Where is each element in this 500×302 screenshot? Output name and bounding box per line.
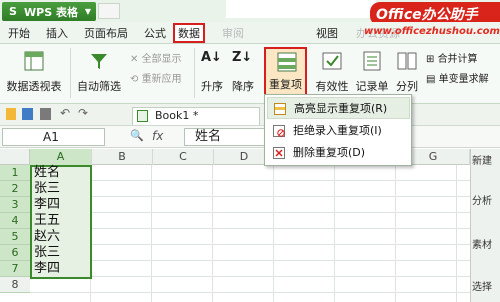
duplicates-button[interactable]: 重复项 bbox=[264, 47, 307, 96]
duplicates-dropdown-menu: 高亮显示重复项(R) 拒绝录入重复项(I) 删除重复项(D) bbox=[264, 94, 412, 166]
filter-icon bbox=[91, 54, 107, 69]
record-form-icon bbox=[363, 51, 381, 71]
save-icon[interactable] bbox=[22, 108, 33, 120]
tab-home[interactable]: 开始 bbox=[8, 25, 30, 42]
fx-icon[interactable]: fx bbox=[152, 129, 163, 143]
tab-review[interactable]: 审阅 bbox=[222, 25, 244, 42]
cell-a7[interactable]: 李四 bbox=[34, 261, 60, 277]
autofilter-label: 自动筛选 bbox=[77, 80, 121, 93]
select-all-corner[interactable] bbox=[0, 149, 30, 165]
cell-a5[interactable]: 赵六 bbox=[34, 229, 60, 245]
title-bar: S WPS 表格 ▼ Office办公助手 bbox=[0, 0, 500, 26]
open-folder-icon[interactable] bbox=[6, 108, 16, 120]
goal-seek-button[interactable]: ▤ 单变量求解 bbox=[426, 70, 489, 85]
reapply-label: 重新应用 bbox=[141, 74, 182, 85]
record-form-label: 记录单 bbox=[355, 80, 389, 93]
column-header-a[interactable]: A bbox=[30, 149, 92, 165]
reject-duplicates-icon bbox=[273, 125, 285, 137]
cell-a3[interactable]: 李四 bbox=[34, 197, 60, 213]
formula-bar: A1 🔍 fx 姓名 bbox=[0, 126, 500, 148]
quick-doc-tab[interactable] bbox=[98, 3, 120, 19]
workbook-tab[interactable]: Book1 * bbox=[132, 107, 260, 125]
cell-grid[interactable] bbox=[30, 165, 470, 302]
tab-view[interactable]: 视图 bbox=[316, 25, 338, 42]
show-all-button[interactable]: ✕ 全部显示 bbox=[130, 50, 182, 65]
row-header-6[interactable]: 6 bbox=[0, 245, 30, 261]
tab-insert[interactable]: 插入 bbox=[46, 25, 68, 42]
menu-item-label: 高亮显示重复项(R) bbox=[294, 102, 388, 115]
menu-item-label: 拒绝录入重复项(I) bbox=[293, 124, 382, 137]
highlight-duplicates-icon bbox=[274, 103, 286, 115]
show-all-label: 全部显示 bbox=[141, 54, 182, 65]
data-validity-button[interactable]: 有效性 bbox=[312, 48, 352, 98]
print-icon[interactable] bbox=[40, 108, 51, 120]
text-to-columns-label: 分列 bbox=[396, 80, 418, 93]
sort-descending-icon: Z↓ bbox=[232, 50, 253, 65]
text-to-columns-button[interactable]: 分列 bbox=[392, 48, 422, 98]
sidebar-item-select[interactable]: 选择 bbox=[472, 278, 500, 293]
row-header-5[interactable]: 5 bbox=[0, 229, 30, 245]
remove-duplicates-icon bbox=[273, 147, 285, 159]
sort-descending-label: 降序 bbox=[232, 80, 254, 93]
autofilter-button[interactable]: 自动筛选 bbox=[74, 48, 124, 98]
sidebar-item-analysis[interactable]: 分析 bbox=[472, 192, 500, 207]
workbook-icon bbox=[137, 110, 148, 122]
undo-icon[interactable]: ↶ bbox=[60, 106, 70, 120]
row-header-3[interactable]: 3 bbox=[0, 197, 30, 213]
validity-icon bbox=[322, 52, 342, 70]
cell-a1[interactable]: 姓名 bbox=[34, 165, 60, 181]
brand-url: www.officezhushou.com bbox=[364, 26, 500, 37]
sort-descending-button[interactable]: Z↓ 降序 bbox=[228, 48, 258, 98]
column-header-c[interactable]: C bbox=[153, 149, 214, 165]
row-header-4[interactable]: 4 bbox=[0, 213, 30, 229]
data-validity-label: 有效性 bbox=[315, 80, 349, 93]
record-form-button[interactable]: 记录单 bbox=[353, 48, 391, 98]
app-name: WPS 表格 bbox=[24, 5, 78, 19]
row-header-2[interactable]: 2 bbox=[0, 181, 30, 197]
wps-logo-icon: S bbox=[9, 5, 17, 18]
pivot-table-icon bbox=[24, 51, 44, 71]
data-ribbon: 数据透视表 自动筛选 ✕ 全部显示 ⟲ 重新应用 A↓ 升序 Z↓ 降序 重复项… bbox=[0, 44, 500, 104]
menu-item-highlight-duplicates[interactable]: 高亮显示重复项(R) bbox=[267, 97, 410, 119]
menu-item-reject-duplicates[interactable]: 拒绝录入重复项(I) bbox=[267, 120, 410, 142]
sidebar-item-new[interactable]: 新建 bbox=[472, 152, 500, 167]
row-header-1[interactable]: 1 bbox=[0, 165, 30, 181]
name-box[interactable]: A1 bbox=[2, 128, 105, 146]
goal-seek-label: 单变量求解 bbox=[438, 74, 489, 85]
obscured-area bbox=[226, 0, 376, 18]
chevron-down-icon: ▼ bbox=[84, 7, 91, 16]
redo-icon[interactable]: ↷ bbox=[78, 106, 88, 120]
cell-a6[interactable]: 张三 bbox=[34, 245, 60, 261]
sidebar-item-assets[interactable]: 素材 bbox=[472, 236, 500, 251]
sort-ascending-icon: A↓ bbox=[201, 50, 222, 65]
consolidate-button[interactable]: ⊞ 合并计算 bbox=[426, 50, 478, 65]
consolidate-label: 合并计算 bbox=[437, 54, 478, 65]
tab-formula[interactable]: 公式 bbox=[144, 25, 166, 42]
zoom-icon[interactable]: 🔍 bbox=[130, 129, 144, 142]
duplicates-icon bbox=[277, 52, 297, 72]
sort-ascending-button[interactable]: A↓ 升序 bbox=[197, 48, 227, 98]
menu-item-remove-duplicates[interactable]: 删除重复项(D) bbox=[267, 142, 410, 164]
ribbon-separator bbox=[70, 48, 71, 98]
menu-item-label: 删除重复项(D) bbox=[293, 146, 366, 159]
workbook-name: Book1 * bbox=[155, 109, 199, 122]
column-header-b[interactable]: B bbox=[92, 149, 153, 165]
pivot-table-label: 数据透视表 bbox=[6, 80, 62, 93]
reapply-button[interactable]: ⟲ 重新应用 bbox=[130, 70, 182, 85]
wps-app-menu-button[interactable]: S WPS 表格 ▼ bbox=[2, 2, 96, 21]
wps-spreadsheet-window: S WPS 表格 ▼ Office办公助手 开始 插入 页面布局 公式 数据 审… bbox=[0, 0, 500, 302]
cell-a2[interactable]: 张三 bbox=[34, 181, 60, 197]
split-columns-icon bbox=[397, 52, 417, 70]
tab-page-layout[interactable]: 页面布局 bbox=[84, 25, 128, 42]
duplicates-label: 重复项 bbox=[269, 78, 302, 91]
row-header-8[interactable]: 8 bbox=[0, 277, 30, 293]
pivot-table-button[interactable]: 数据透视表 bbox=[2, 48, 66, 98]
tab-data[interactable]: 数据 bbox=[173, 23, 205, 43]
row-header-7[interactable]: 7 bbox=[0, 261, 30, 277]
sort-ascending-label: 升序 bbox=[201, 80, 223, 93]
cell-a4[interactable]: 王五 bbox=[34, 213, 60, 229]
ribbon-separator bbox=[194, 48, 195, 98]
